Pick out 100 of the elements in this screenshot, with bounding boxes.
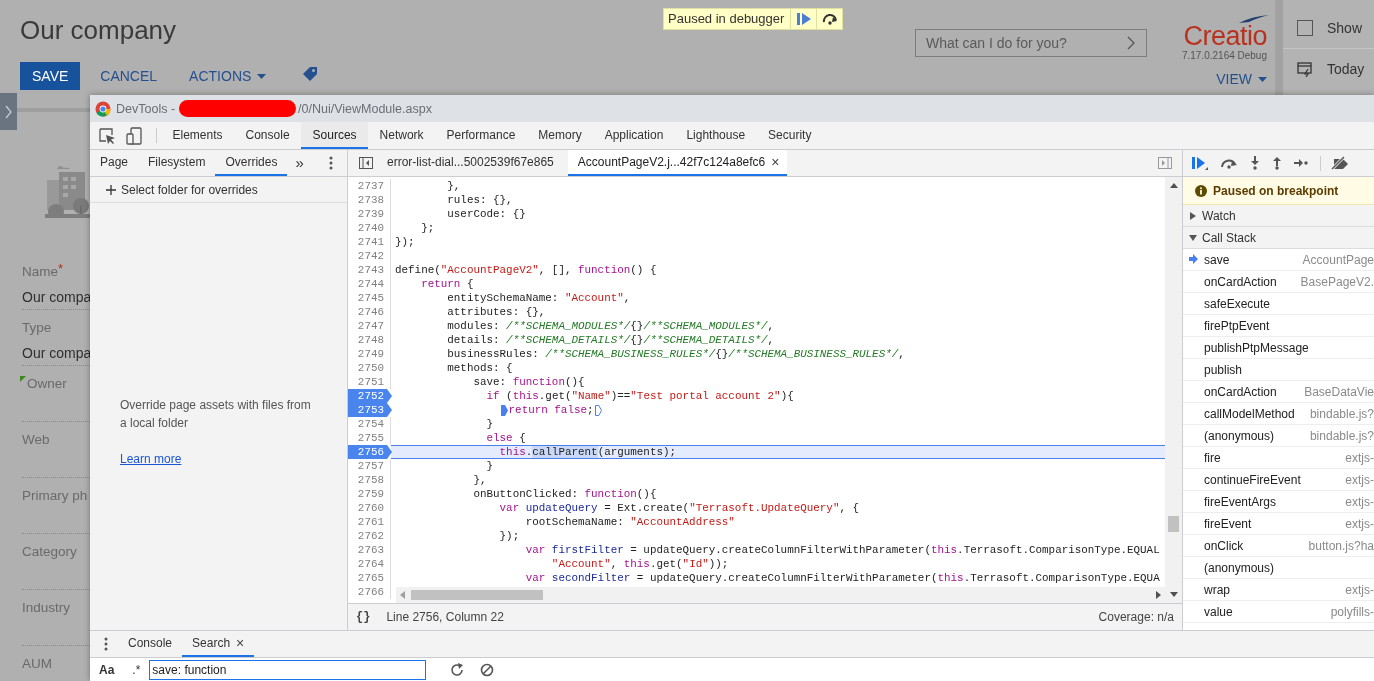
toggle-navigator-icon[interactable]	[359, 157, 373, 169]
line-number[interactable]: 2740	[348, 221, 391, 235]
pretty-print-button[interactable]: {}	[356, 610, 371, 624]
line-number[interactable]: 2737	[348, 179, 391, 193]
refresh-icon[interactable]	[450, 663, 465, 677]
frame-location[interactable]: polyfills-	[1330, 604, 1374, 619]
line-number[interactable]: 2742	[348, 249, 391, 263]
line-number[interactable]: 2748	[348, 333, 391, 347]
more-menu-icon[interactable]	[104, 637, 108, 651]
panel-tab[interactable]: Application	[593, 122, 675, 149]
call-frame[interactable]: value polyfills-	[1183, 601, 1374, 623]
search-input[interactable]: save: function	[149, 660, 427, 680]
search-field[interactable]: What can I do for you?	[915, 29, 1147, 57]
actions-menu-button[interactable]: ACTIONS	[189, 62, 267, 90]
line-number[interactable]: 2756	[348, 445, 392, 459]
line-number[interactable]: 2762	[348, 529, 391, 543]
learn-more-link[interactable]: Learn more	[120, 452, 182, 466]
call-frame[interactable]: (anonymous) bindable.js?	[1183, 425, 1374, 447]
line-number[interactable]: 2738	[348, 193, 391, 207]
toggle-debugger-icon[interactable]	[1158, 157, 1172, 169]
step-over-icon[interactable]	[1220, 157, 1238, 169]
add-folder-button[interactable]: Select folder for overrides	[90, 177, 347, 203]
panel-tab[interactable]: Memory	[526, 122, 594, 149]
file-tab[interactable]: error-list-dial...5002539f67e865	[383, 150, 568, 176]
clear-icon[interactable]	[480, 663, 495, 677]
navigator-tab[interactable]: Filesystem	[138, 150, 216, 176]
panel-tab[interactable]: Security	[756, 122, 823, 149]
section-header[interactable]: Watch	[1183, 205, 1374, 227]
save-button[interactable]: SAVE	[20, 62, 81, 90]
frame-location[interactable]: extjs-	[1345, 494, 1374, 509]
line-number[interactable]: 2752	[348, 389, 392, 403]
line-number[interactable]: 2741	[348, 235, 391, 249]
call-frame[interactable]: publish	[1183, 359, 1374, 381]
step-into-icon[interactable]	[1250, 156, 1260, 170]
line-number[interactable]: 2743	[348, 263, 391, 277]
breakpoint-marker-icon[interactable]	[500, 404, 508, 416]
line-number[interactable]: 2758	[348, 473, 391, 487]
frame-location[interactable]: extjs-	[1345, 472, 1374, 487]
step-out-icon[interactable]	[1272, 156, 1282, 170]
line-number[interactable]: 2744	[348, 277, 391, 291]
regex-button[interactable]: .*	[132, 663, 141, 677]
close-button[interactable]: ×	[771, 154, 780, 170]
line-number[interactable]: 2746	[348, 305, 391, 319]
frame-location[interactable]: button.js?ha	[1308, 538, 1374, 553]
cancel-button[interactable]: CANCEL	[100, 62, 158, 90]
close-button[interactable]: ×	[236, 635, 245, 651]
line-number[interactable]: 2739	[348, 207, 391, 221]
frame-location[interactable]: extjs-	[1345, 582, 1374, 597]
line-number[interactable]: 2761	[348, 515, 391, 529]
line-number[interactable]: 2745	[348, 291, 391, 305]
panel-tab[interactable]: Network	[368, 122, 436, 149]
today-link[interactable]: Today	[1327, 61, 1365, 77]
panel-tab[interactable]: Sources	[301, 122, 369, 149]
line-number[interactable]: 2765	[348, 571, 391, 585]
scrollbar-thumb[interactable]	[411, 590, 543, 600]
line-number[interactable]: 2766	[348, 585, 391, 599]
drawer-tab[interactable]: Console	[118, 631, 183, 657]
checkbox[interactable]	[1297, 20, 1313, 36]
file-tab[interactable]: AccountPageV2.j...42f7c124a8efc6 ×	[567, 150, 788, 176]
frame-location[interactable]: BasePageV2.	[1300, 274, 1374, 289]
line-number[interactable]: 2750	[348, 361, 391, 375]
frame-location[interactable]: bindable.js?	[1309, 428, 1374, 443]
call-frame[interactable]: firePtpEvent	[1183, 315, 1374, 337]
call-frame[interactable]: save AccountPage	[1183, 249, 1374, 271]
panel-tab[interactable]: Performance	[435, 122, 527, 149]
navigator-tab[interactable]: Page	[90, 150, 139, 176]
line-number[interactable]: 2757	[348, 459, 391, 473]
panel-tab[interactable]: Elements	[161, 122, 235, 149]
line-number[interactable]: 2747	[348, 319, 391, 333]
call-frame[interactable]: fireEvent extjs-	[1183, 513, 1374, 535]
call-frame[interactable]: onClick button.js?ha	[1183, 535, 1374, 557]
match-case-button[interactable]: Aa	[99, 663, 115, 677]
deactivate-breakpoints-icon[interactable]	[1331, 156, 1349, 170]
call-frame[interactable]: publishPtpMessage	[1183, 337, 1374, 359]
section-header[interactable]: Call Stack	[1183, 227, 1374, 249]
more-tabs-button[interactable]: »	[287, 150, 312, 176]
inspect-icon[interactable]	[98, 126, 116, 145]
step-icon[interactable]	[1294, 158, 1308, 168]
line-number[interactable]: 2763	[348, 543, 391, 557]
frame-location[interactable]: extjs-	[1345, 516, 1374, 531]
more-menu-icon[interactable]	[329, 156, 333, 170]
panel-tab[interactable]: Lighthouse	[674, 122, 757, 149]
panel-tab[interactable]: Console	[234, 122, 302, 149]
line-number[interactable]: 2764	[348, 557, 391, 571]
view-button[interactable]: VIEW	[1216, 65, 1267, 93]
frame-location[interactable]: bindable.js?	[1309, 406, 1374, 421]
call-frame[interactable]: (anonymous)	[1183, 557, 1374, 579]
call-frame[interactable]: onCardAction BaseDataVie	[1183, 381, 1374, 403]
resume-icon[interactable]	[1191, 156, 1208, 170]
call-frame[interactable]: fire extjs-	[1183, 447, 1374, 469]
call-frame[interactable]: wrap extjs-	[1183, 579, 1374, 601]
frame-location[interactable]: AccountPage	[1302, 252, 1374, 267]
breakpoint-marker-icon[interactable]	[594, 404, 602, 416]
line-number[interactable]: 2754	[348, 417, 391, 431]
navigator-tab[interactable]: Overrides	[215, 150, 288, 176]
scrollbar-thumb[interactable]	[1168, 516, 1179, 532]
call-frame[interactable]: safeExecute	[1183, 293, 1374, 315]
call-frame[interactable]: continueFireEvent extjs-	[1183, 469, 1374, 491]
device-icon[interactable]	[126, 126, 142, 145]
call-frame[interactable]: fireEventArgs extjs-	[1183, 491, 1374, 513]
